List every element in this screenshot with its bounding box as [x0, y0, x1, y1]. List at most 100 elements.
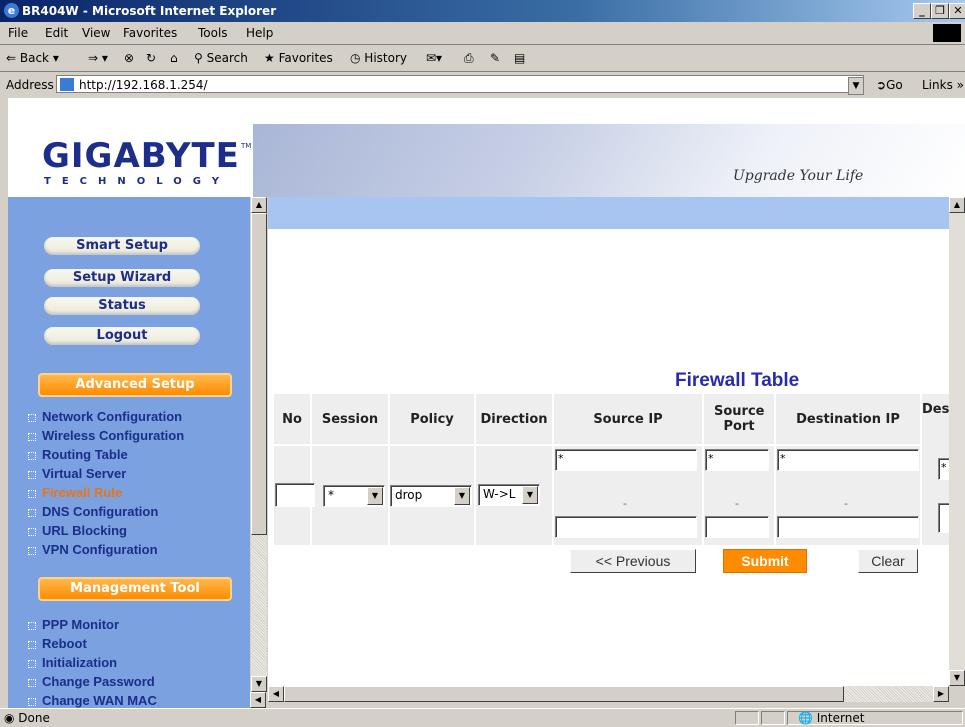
col-destination-port: Des: [922, 394, 949, 452]
nav-dns-configuration[interactable]: DNS Configuration: [28, 504, 158, 519]
menu-favorites[interactable]: Favorites: [123, 26, 177, 40]
dest-ip-from-input[interactable]: *: [777, 449, 919, 471]
address-label: Address: [6, 78, 54, 92]
setup-wizard-button[interactable]: Setup Wizard: [44, 269, 200, 287]
dest-ip-separator: -: [844, 497, 848, 510]
status-button[interactable]: Status: [44, 297, 200, 315]
firewall-table-title: Firewall Table: [675, 370, 800, 391]
sidebar-scrollbar[interactable]: ▲ ▼: [251, 197, 267, 692]
stop-icon[interactable]: ⊗: [124, 51, 134, 65]
source-port-from-input[interactable]: *: [705, 449, 769, 471]
links-button[interactable]: Links »: [922, 78, 964, 92]
clear-button[interactable]: Clear: [858, 549, 918, 573]
nav-reboot[interactable]: Reboot: [28, 636, 87, 651]
main-top-strip: [268, 197, 949, 229]
nav-change-wan-mac[interactable]: Change WAN MAC: [28, 693, 157, 708]
bullet-icon: [28, 697, 36, 706]
scroll-up-icon[interactable]: ▲: [949, 197, 965, 213]
nav-network-configuration[interactable]: Network Configuration: [28, 409, 182, 424]
main-vertical-scrollbar[interactable]: ▲ ▼: [949, 197, 965, 686]
favorites-button[interactable]: ★ Favorites: [264, 51, 333, 65]
status-bar: ◉ Done 🌐 Internet: [0, 708, 965, 727]
menu-help[interactable]: Help: [246, 26, 273, 40]
nav-url-blocking[interactable]: URL Blocking: [28, 523, 127, 538]
bullet-icon: [28, 527, 36, 536]
menu-edit[interactable]: Edit: [45, 26, 68, 40]
previous-button[interactable]: << Previous: [570, 549, 696, 573]
title-bar: e BR404W - Microsoft Internet Explorer _…: [0, 0, 965, 22]
menu-tools[interactable]: Tools: [198, 26, 228, 40]
source-port-separator: -: [735, 497, 739, 510]
nav-label: Initialization: [42, 655, 118, 670]
nav-label: Network Configuration: [42, 409, 183, 424]
search-button[interactable]: ⚲ Search: [194, 51, 248, 65]
col-no: No: [274, 394, 310, 444]
dest-ip-to-input[interactable]: [777, 516, 919, 538]
nav-label: Reboot: [42, 636, 87, 651]
address-dropdown-icon[interactable]: ▼: [848, 77, 864, 95]
mail-icon[interactable]: ✉▾: [426, 51, 442, 65]
session-value: *: [328, 488, 334, 502]
scroll-up-icon[interactable]: ▲: [251, 197, 267, 213]
scroll-down-icon[interactable]: ▼: [949, 670, 965, 686]
scroll-right-icon[interactable]: ▶: [933, 686, 949, 702]
address-input[interactable]: http://192.168.1.254/: [56, 75, 864, 93]
nav-virtual-server[interactable]: Virtual Server: [28, 466, 126, 481]
menu-file[interactable]: File: [8, 26, 28, 40]
nav-routing-table[interactable]: Routing Table: [28, 447, 128, 462]
main-hscroll-thumb[interactable]: [284, 686, 844, 702]
minimize-button[interactable]: _: [913, 3, 931, 19]
page-left-edge: [0, 98, 8, 708]
dest-port-from-input[interactable]: *: [938, 458, 949, 480]
refresh-icon[interactable]: ↻: [146, 51, 156, 65]
nav-label: DNS Configuration: [42, 504, 159, 519]
col-destination-ip: Destination IP: [776, 394, 920, 444]
nav-label: Firewall Rule: [42, 485, 123, 500]
bullet-icon: [28, 451, 36, 460]
main-horizontal-scrollbar[interactable]: ◀ ▶: [268, 686, 949, 702]
nav-vpn-configuration[interactable]: VPN Configuration: [28, 542, 158, 557]
submit-button[interactable]: Submit: [723, 549, 807, 573]
home-icon[interactable]: ⌂: [170, 51, 178, 65]
nav-change-password[interactable]: Change Password: [28, 674, 155, 689]
forward-button[interactable]: ⇒ ▾: [88, 51, 108, 65]
maximize-button[interactable]: ❐: [931, 3, 949, 19]
back-button[interactable]: ⇐ Back ▾: [6, 51, 59, 65]
nav-firewall-rule[interactable]: Firewall Rule: [28, 485, 122, 500]
main-scroll-track[interactable]: [949, 213, 965, 673]
col-session: Session: [312, 394, 388, 444]
discuss-icon[interactable]: ▤: [514, 51, 525, 65]
source-ip-from-input[interactable]: *: [555, 449, 697, 471]
menu-bar: File Edit View Favorites Tools Help: [0, 22, 965, 45]
history-button[interactable]: ◷ History: [350, 51, 407, 65]
trademark-mark: TM: [241, 142, 252, 150]
no-input[interactable]: [275, 483, 315, 507]
dest-port-to-input[interactable]: [938, 503, 949, 533]
source-ip-to-input[interactable]: [555, 516, 697, 538]
print-icon[interactable]: ⎙: [464, 51, 474, 66]
scroll-left-icon[interactable]: ◀: [268, 686, 284, 702]
nav-label: Change WAN MAC: [42, 693, 157, 708]
sidebar-scroll-thumb[interactable]: [251, 213, 267, 535]
policy-select[interactable]: drop ▼: [390, 485, 472, 507]
menu-view[interactable]: View: [82, 26, 110, 40]
edit-icon[interactable]: ✎: [490, 51, 500, 65]
sidebar-frame-scroll-left-icon[interactable]: ◀: [250, 692, 266, 708]
status-pane-1: [735, 711, 759, 725]
logout-button[interactable]: Logout: [44, 327, 200, 345]
advanced-setup-header: Advanced Setup: [38, 373, 232, 397]
source-port-to-input[interactable]: [705, 516, 769, 538]
go-button[interactable]: ➲Go: [876, 78, 903, 92]
direction-select[interactable]: W->L ▼: [478, 484, 540, 506]
smart-setup-button[interactable]: Smart Setup: [44, 237, 200, 255]
nav-ppp-monitor[interactable]: PPP Monitor: [28, 617, 119, 632]
nav-wireless-configuration[interactable]: Wireless Configuration: [28, 428, 184, 443]
go-label: Go: [886, 78, 903, 92]
col-source-port: Source Port: [704, 394, 774, 444]
scroll-down-icon[interactable]: ▼: [251, 676, 267, 692]
page-top-margin: [0, 98, 965, 124]
close-button[interactable]: ✕: [949, 3, 965, 19]
session-select[interactable]: * ▼: [323, 485, 385, 507]
nav-initialization[interactable]: Initialization: [28, 655, 117, 670]
main-frame: Firewall Table No Session Policy Directi…: [268, 197, 949, 686]
